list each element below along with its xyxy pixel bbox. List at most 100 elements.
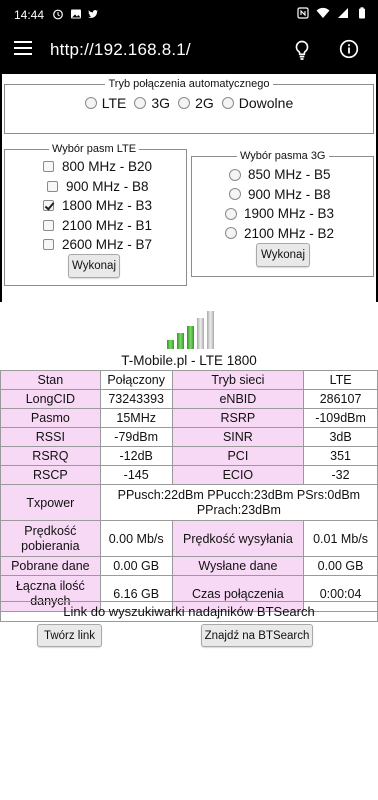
table-row: Prędkość pobierania 0.00 Mb/s Prędkość w… [0, 520, 378, 557]
stat-value: 0.00 Mb/s [99, 520, 173, 557]
mode-option-2g[interactable]: 2G [178, 95, 214, 111]
find-on-btsearch-button[interactable]: Znajdź na BTSearch [201, 624, 313, 647]
radio-3g-b3[interactable] [225, 207, 237, 220]
txpower-line: PPrach:23dBm [196, 502, 281, 517]
stat-label: Txpower [0, 484, 101, 521]
3g-band-label: 850 MHz - B5 [248, 167, 331, 183]
mode-option-3g[interactable]: 3G [134, 95, 170, 111]
3g-band-b3[interactable]: 1900 MHz - B3 [225, 204, 373, 224]
stat-value: 15MHz [99, 408, 173, 428]
lte-band-label: 900 MHz - B8 [66, 178, 149, 194]
signal-strength-icon [167, 311, 214, 349]
3g-apply-button[interactable]: Wykonaj [256, 243, 310, 267]
wifi-icon [316, 7, 330, 18]
mode-option-any[interactable]: Dowolne [221, 95, 293, 111]
3g-band-label: 1900 MHz - B3 [244, 206, 335, 222]
stat-label: ECIO [171, 465, 305, 485]
lte-band-b8[interactable]: 900 MHz - B8 [43, 177, 186, 197]
stat-label: RSSI [0, 427, 101, 447]
radio-3g[interactable] [134, 97, 147, 109]
radio-3g-b8[interactable] [229, 188, 241, 201]
lte-band-b1[interactable]: 2100 MHz - B1 [43, 216, 186, 236]
radio-b5[interactable] [229, 168, 241, 181]
stat-label: Tryb sieci [171, 370, 305, 390]
nfc-icon [297, 7, 309, 19]
table-row: LongCID 73243393 eNBID 286107 [0, 389, 378, 409]
stat-value: -79dBm [99, 427, 173, 447]
lte-apply-button[interactable]: Wykonaj [68, 254, 120, 278]
lte-band-b20[interactable]: 800 MHz - B20 [43, 157, 186, 177]
cellular-icon [338, 8, 348, 18]
frame-left [0, 74, 2, 302]
radio-any[interactable] [221, 97, 234, 109]
lte-band-b3[interactable]: 1800 MHz - B3 [43, 196, 186, 216]
stat-label: SINR [171, 427, 305, 447]
3g-band-label: 900 MHz - B8 [248, 186, 331, 202]
stat-value: 0.00 GB [99, 556, 173, 576]
checkbox-b20[interactable] [43, 161, 54, 173]
stat-label: Prędkość pobierania [0, 520, 101, 557]
txpower-value: PPusch:22dBm PPucch:23dBm PSrs:0dBm PPra… [99, 484, 378, 521]
battery-icon [359, 7, 365, 19]
checkbox-b8[interactable] [47, 180, 58, 192]
stat-label: RSRP [171, 408, 305, 428]
table-row: Stan Połączony Tryb sieci LTE [0, 370, 378, 390]
lightbulb-icon[interactable] [292, 39, 312, 61]
stat-label: Pobrane dane [0, 556, 101, 576]
3g-band-b5[interactable]: 850 MHz - B5 [225, 165, 373, 185]
mode-label-3g: 3G [151, 95, 171, 111]
stat-label: Prędkość wysyłania [171, 520, 305, 557]
checkbox-b1[interactable] [43, 219, 54, 231]
signal-bar-3 [187, 326, 194, 349]
lte-band-label: 800 MHz - B20 [62, 159, 153, 175]
mode-label-2g: 2G [195, 95, 214, 111]
mode-option-lte[interactable]: LTE [84, 95, 126, 111]
stat-value: Połączony [99, 370, 173, 390]
radio-lte[interactable] [84, 97, 97, 109]
create-link-button[interactable]: Twórz link [37, 624, 102, 647]
3g-band-b8[interactable]: 900 MHz - B8 [225, 185, 373, 205]
info-icon[interactable] [339, 39, 359, 59]
checkbox-b7[interactable] [43, 239, 54, 251]
table-row: Pobrane dane 0.00 GB Wysłane dane 0.00 G… [0, 556, 378, 576]
3g-band-b2[interactable]: 2100 MHz - B2 [225, 224, 373, 244]
stat-label-line: pobierania [21, 538, 80, 553]
menu-icon[interactable] [14, 41, 32, 55]
stat-value: -145 [99, 465, 173, 485]
radio-2g[interactable] [178, 97, 191, 109]
stat-value: 286107 [303, 389, 378, 409]
url-text[interactable]: http://192.168.8.1/ [50, 40, 191, 60]
image-icon [71, 9, 81, 19]
stat-label: Pasmo [0, 408, 101, 428]
lte-bands-legend: Wybór pasm LTE [52, 143, 137, 155]
alarm-icon [53, 9, 63, 20]
stat-value: 0.01 Mb/s [303, 520, 378, 557]
table-row: Txpower PPusch:22dBm PPucch:23dBm PSrs:0… [0, 484, 378, 521]
signal-bar-1 [167, 340, 174, 349]
3g-bands-legend: Wybór pasma 3G [240, 150, 326, 162]
table-row: RSSI -79dBm SINR 3dB [0, 427, 378, 447]
table-row: Pasmo 15MHz RSRP -109dBm [0, 408, 378, 428]
stat-value: 73243393 [99, 389, 173, 409]
twitter-icon [88, 10, 98, 18]
stat-value: -32 [303, 465, 378, 485]
browser-toolbar: http://192.168.8.1/ [0, 28, 378, 74]
clock: 14:44 [14, 8, 45, 22]
stat-label: RSRQ [0, 446, 101, 466]
signal-bar-4 [197, 318, 204, 349]
stat-label: Stan [0, 370, 101, 390]
radio-b2[interactable] [225, 227, 237, 240]
table-row: RSCP -145 ECIO -32 [0, 465, 378, 485]
signal-bar-5 [207, 311, 214, 349]
signal-bar-2 [177, 333, 184, 349]
stat-value: 3dB [303, 427, 378, 447]
checkbox-b3[interactable] [43, 200, 54, 212]
stat-value: LTE [303, 370, 378, 390]
stat-value: -12dB [99, 446, 173, 466]
connection-mode-legend: Tryb połączenia automatycznego [108, 78, 270, 90]
txpower-line: PPusch:22dBm PPucch:23dBm PSrs:0dBm [117, 487, 361, 502]
stat-value: -109dBm [303, 408, 378, 428]
table-row: RSRQ -12dB PCI 351 [0, 446, 378, 466]
lte-band-b7[interactable]: 2600 MHz - B7 [43, 235, 186, 255]
lte-band-label: 2600 MHz - B7 [62, 237, 153, 253]
